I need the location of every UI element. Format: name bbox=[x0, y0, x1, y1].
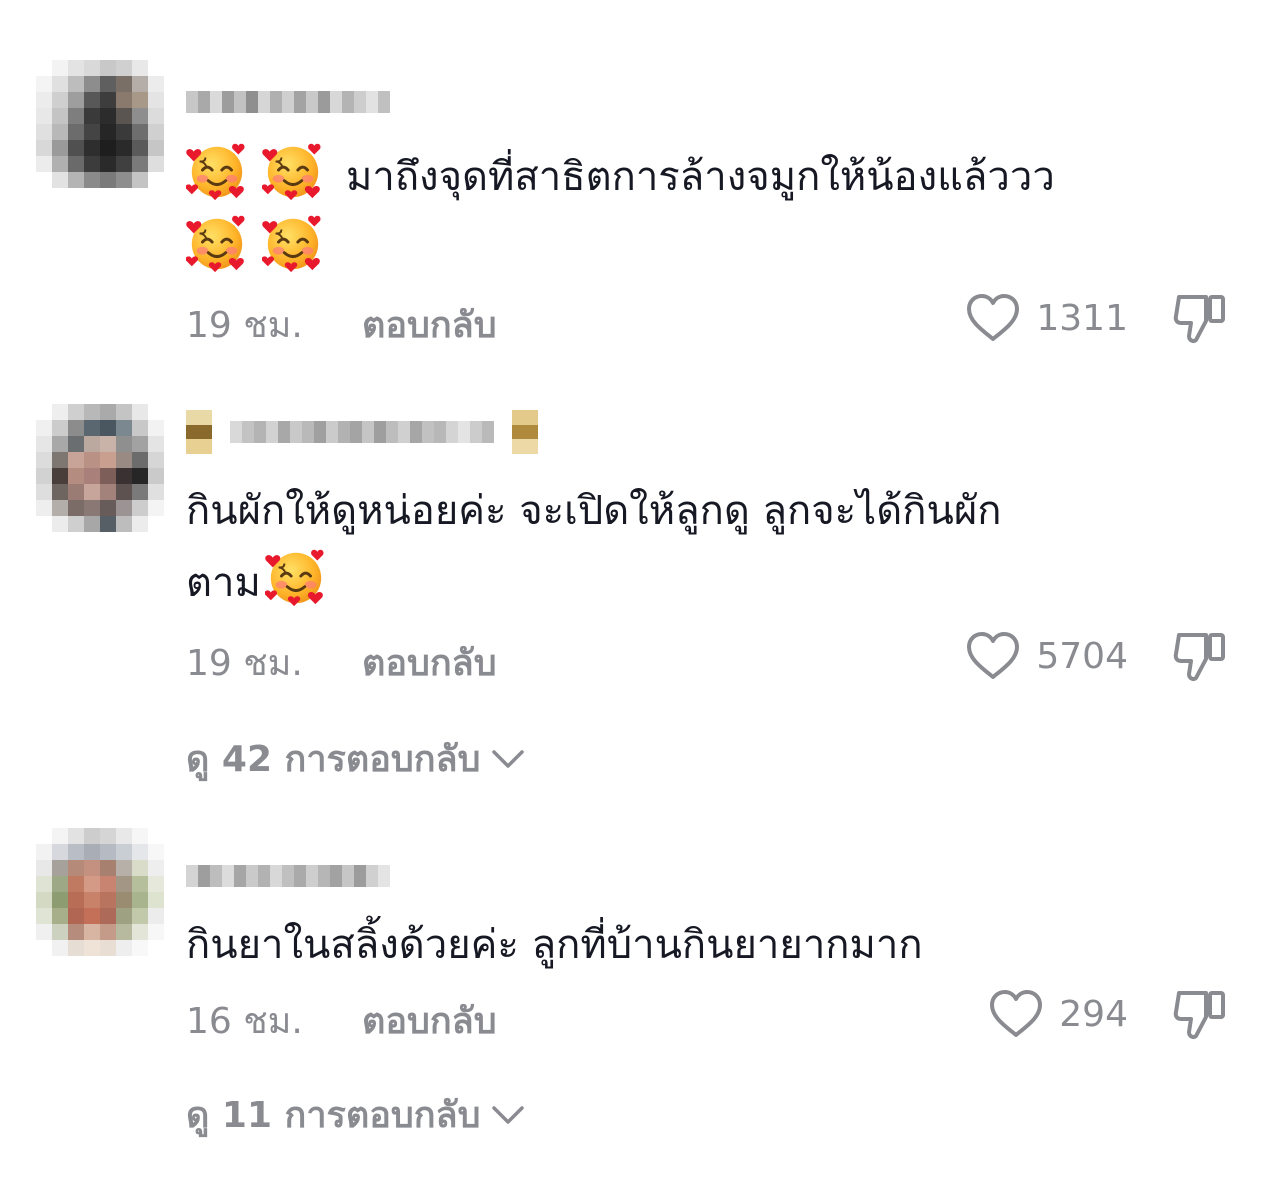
smiling-face-with-hearts-icon bbox=[262, 212, 324, 274]
comment-meta: 19 ชม. ตอบกลับ 1311 bbox=[186, 292, 1246, 346]
chevron-down-icon bbox=[490, 1104, 526, 1126]
avatar[interactable] bbox=[36, 828, 164, 956]
comment-text: กินผักให้ดูหน่อยค่ะ จะเปิดให้ลูกดู ลูกจะ… bbox=[186, 476, 1246, 618]
smiling-face-with-hearts-icon bbox=[262, 140, 324, 202]
comment-text: กินยาในสลิ้งด้วยค่ะ ลูกที่บ้านกินยายากมา… bbox=[186, 910, 1246, 980]
badge-icon bbox=[186, 410, 212, 454]
avatar[interactable] bbox=[36, 60, 164, 188]
like-button[interactable]: 294 bbox=[987, 988, 1128, 1040]
thumbs-down-icon[interactable] bbox=[1172, 288, 1230, 346]
comment-time: 16 ชม. bbox=[186, 1001, 303, 1042]
smiling-face-with-hearts-icon bbox=[186, 140, 248, 202]
chevron-down-icon bbox=[490, 748, 526, 770]
view-replies-label: ดู 11 การตอบกลับ bbox=[186, 1095, 481, 1136]
heart-outline-icon bbox=[964, 630, 1022, 682]
like-count: 5704 bbox=[1036, 635, 1128, 677]
username[interactable] bbox=[186, 862, 390, 890]
like-count: 294 bbox=[1059, 993, 1128, 1035]
like-button[interactable]: 1311 bbox=[964, 292, 1128, 344]
view-replies-button[interactable]: ดู 11 การตอบกลับ bbox=[186, 1086, 526, 1143]
thumbs-down-icon[interactable] bbox=[1172, 626, 1230, 684]
username-blurred bbox=[230, 421, 494, 443]
reply-button[interactable]: ตอบกลับ bbox=[362, 634, 497, 691]
username-blurred bbox=[186, 865, 390, 887]
comment-text-line: ตาม bbox=[186, 560, 261, 606]
comment-time: 19 ชม. bbox=[186, 643, 303, 684]
comment-meta: 16 ชม. ตอบกลับ 294 bbox=[186, 988, 1246, 1042]
heart-outline-icon bbox=[987, 988, 1045, 1040]
comment-text-content: กินยาในสลิ้งด้วยค่ะ ลูกที่บ้านกินยายากมา… bbox=[186, 922, 923, 968]
view-replies-label: ดู 42 การตอบกลับ bbox=[186, 739, 481, 780]
view-replies-button[interactable]: ดู 42 การตอบกลับ bbox=[186, 730, 526, 787]
smiling-face-with-hearts-icon bbox=[265, 546, 327, 608]
like-count: 1311 bbox=[1036, 297, 1128, 339]
comment-text: มาถึงจุดที่สาธิตการล้างจมูกให้น้องแล้ววว bbox=[186, 140, 1246, 284]
comment-time: 19 ชม. bbox=[186, 305, 303, 346]
comment-meta: 19 ชม. ตอบกลับ 5704 bbox=[186, 630, 1246, 684]
username-blurred bbox=[186, 91, 390, 113]
heart-outline-icon bbox=[964, 292, 1022, 344]
like-button[interactable]: 5704 bbox=[964, 630, 1128, 682]
smiling-face-with-hearts-icon bbox=[186, 212, 248, 274]
comment-text-content: มาถึงจุดที่สาธิตการล้างจมูกให้น้องแล้ววว bbox=[346, 154, 1055, 200]
reply-button[interactable]: ตอบกลับ bbox=[362, 992, 497, 1049]
reply-button[interactable]: ตอบกลับ bbox=[362, 296, 497, 353]
username[interactable] bbox=[186, 88, 390, 116]
avatar[interactable] bbox=[36, 404, 164, 532]
badge-icon bbox=[512, 410, 538, 454]
username[interactable] bbox=[186, 410, 556, 454]
thumbs-down-icon[interactable] bbox=[1172, 984, 1230, 1042]
comment-text-line: กินผักให้ดูหน่อยค่ะ จะเปิดให้ลูกดู ลูกจะ… bbox=[186, 488, 1002, 534]
